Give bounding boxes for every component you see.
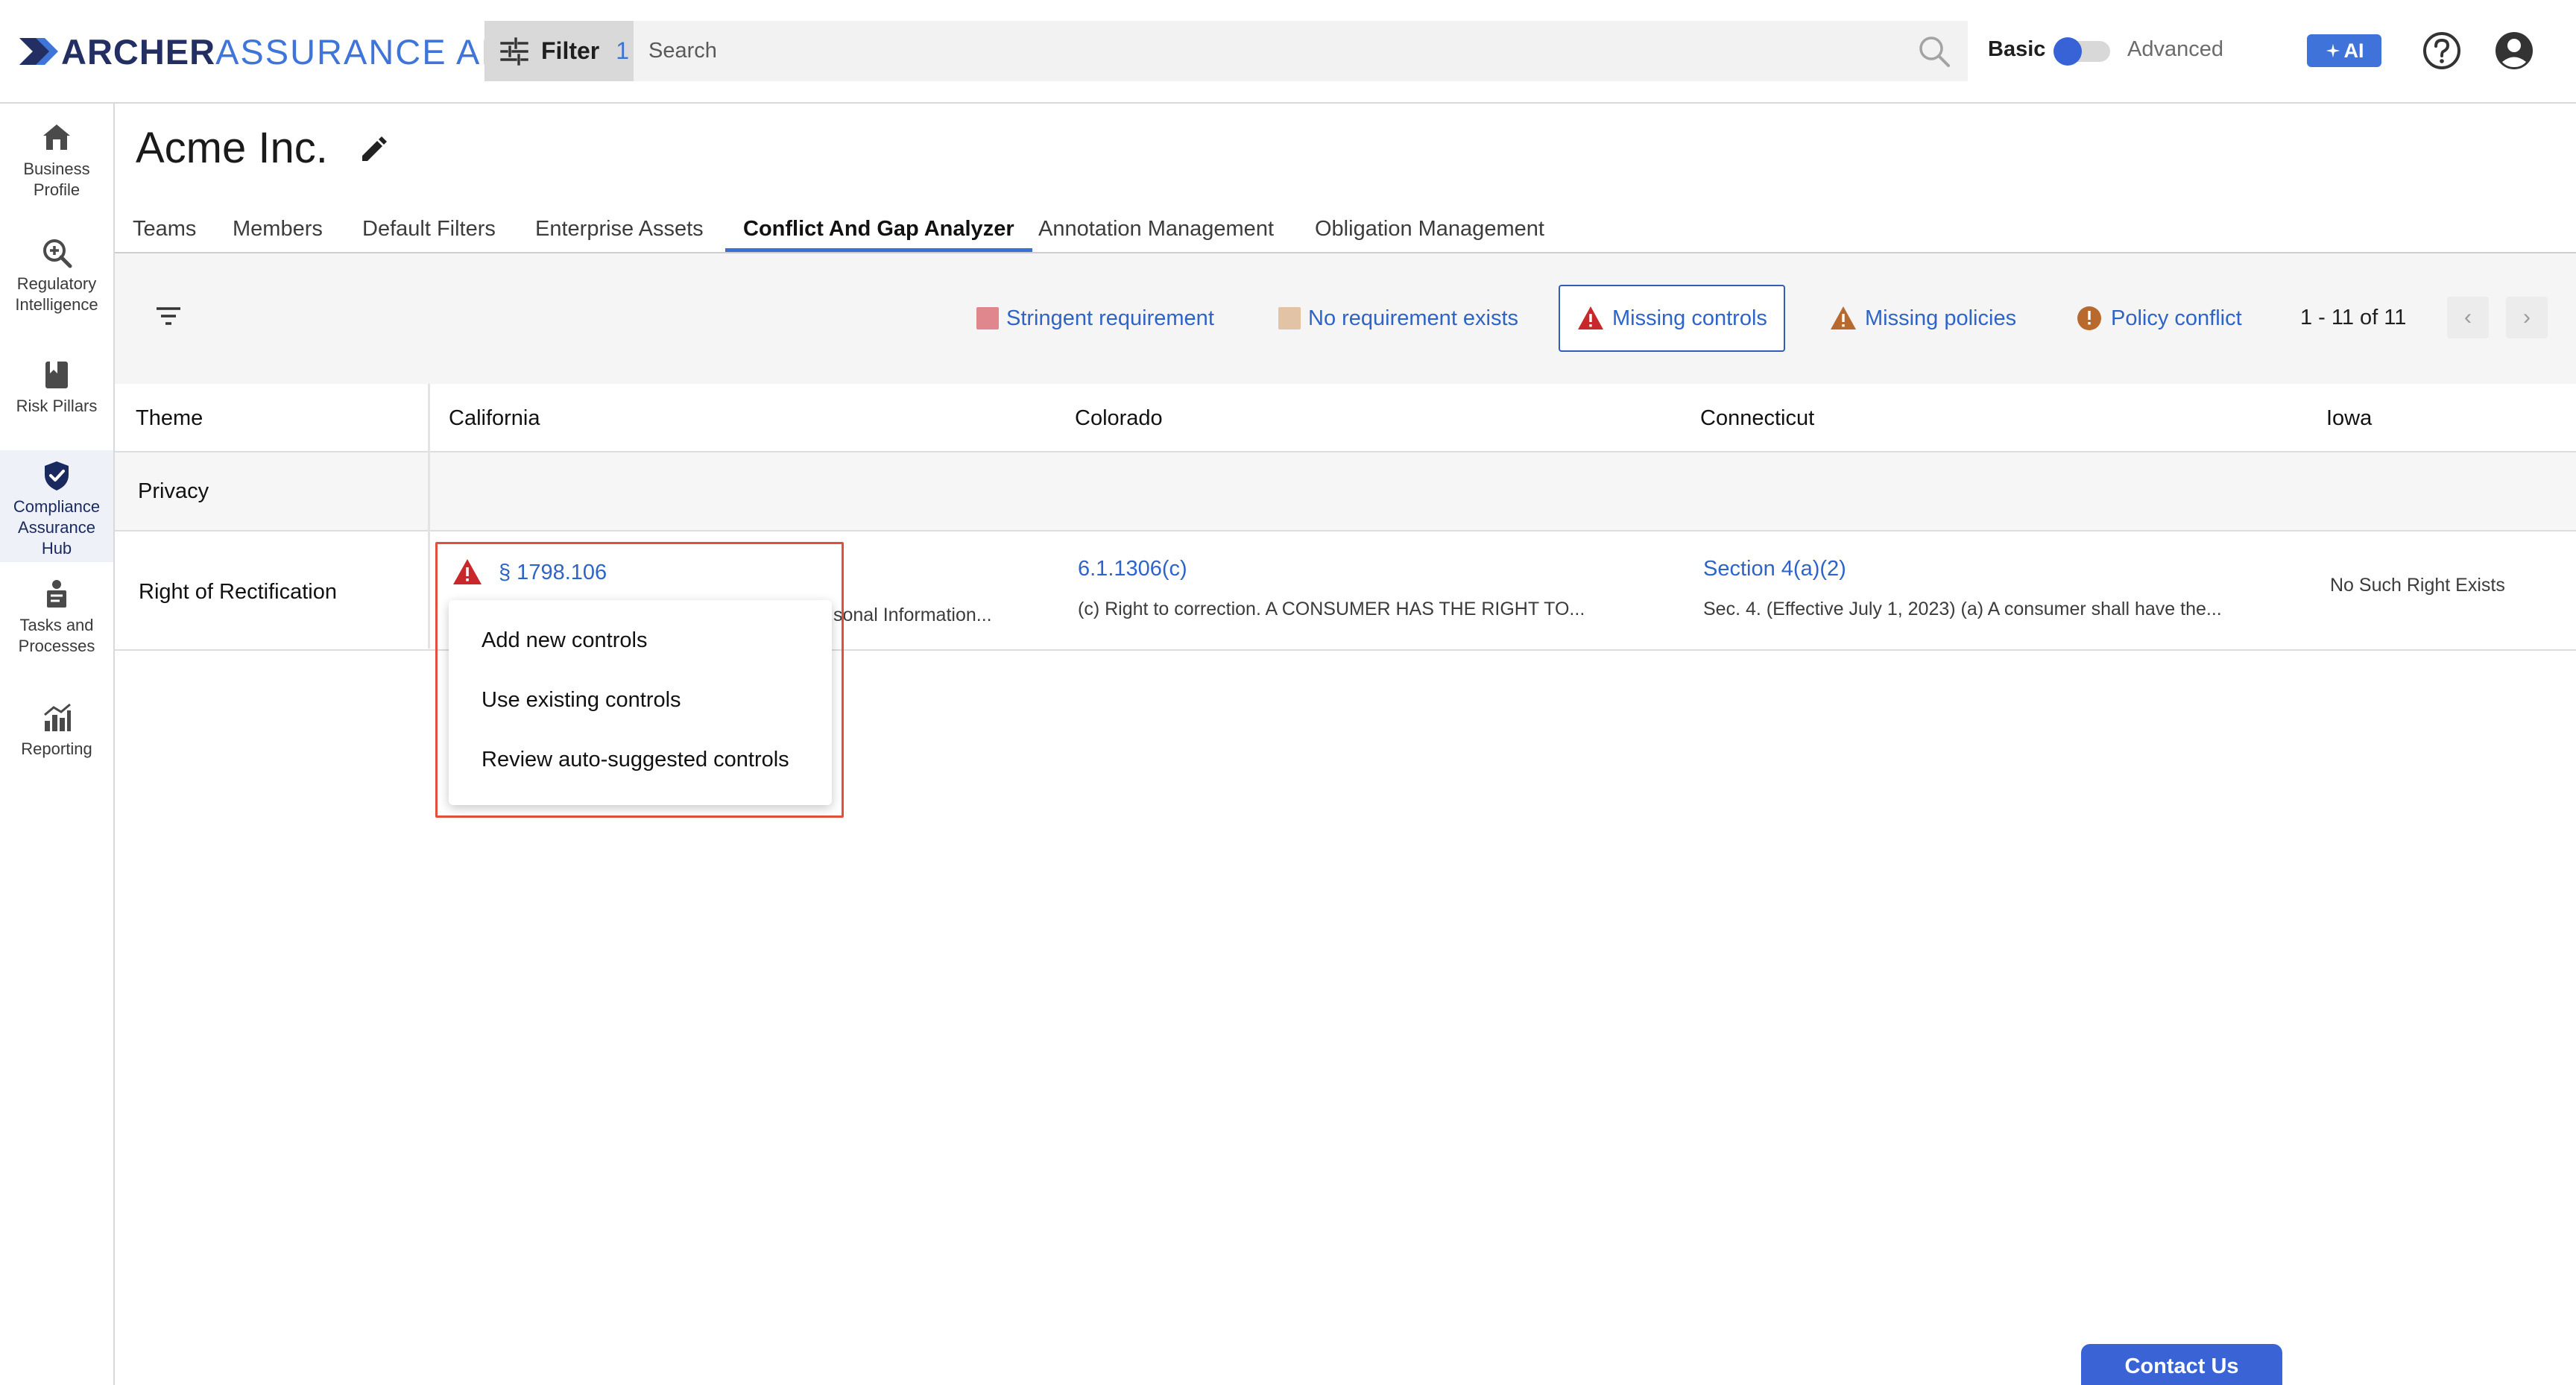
sidebar-item-label: Assurance <box>18 518 95 537</box>
legend-label: Stringent requirement <box>1006 306 1214 330</box>
grid-header: Theme California Colorado Connecticut Io… <box>115 384 2576 452</box>
tasks-icon <box>47 580 66 608</box>
next-page-button[interactable]: › <box>2506 297 2548 338</box>
sidebar-item-label: Intelligence <box>15 295 98 314</box>
warning-triangle-icon <box>1831 306 1856 329</box>
sidebar-item-reporting[interactable]: Reporting <box>0 701 113 760</box>
column-header-iowa: Iowa <box>2326 406 2373 430</box>
brand-logo[interactable]: ARCHER ASSURANCE AI <box>19 30 492 73</box>
mode-toggle[interactable] <box>2053 37 2110 66</box>
home-icon <box>43 124 70 150</box>
sidebar-item-label: Hub <box>41 539 72 558</box>
group-label: Privacy <box>138 479 209 503</box>
search-bar <box>634 21 1968 81</box>
tab-members[interactable]: Members <box>215 206 341 252</box>
swatch-stringent <box>976 307 999 329</box>
column-header-california: California <box>449 406 540 430</box>
sidebar-item-label: Compliance <box>13 497 101 516</box>
colorado-description: (c) Right to correction. A CONSUMER HAS … <box>1078 599 1585 619</box>
colorado-citation-link[interactable]: 6.1.1306(c) <box>1078 557 1187 581</box>
sidebar-item-label: Tasks and <box>19 616 94 634</box>
contact-us-button[interactable]: Contact Us <box>2081 1344 2282 1385</box>
search-zoom-icon <box>43 239 72 268</box>
search-icon[interactable] <box>1917 34 1951 69</box>
column-header-connecticut: Connecticut <box>1700 406 1815 430</box>
legend-label: Missing controls <box>1612 306 1767 330</box>
group-row-privacy: Privacy <box>115 452 2576 531</box>
sidebar-item-label: Reporting <box>21 739 92 758</box>
sidebar-item-label: Processes <box>18 637 95 655</box>
filter-label: Filter <box>541 37 600 64</box>
mode-advanced-label: Advanced <box>2127 37 2223 61</box>
sparkle-icon <box>2326 43 2340 58</box>
tab-default-filters[interactable]: Default Filters <box>344 206 514 252</box>
sort-filter-icon[interactable] <box>152 300 185 332</box>
filter-count: 1 <box>616 37 630 64</box>
sidebar-item-label: Regulatory <box>16 274 97 293</box>
edit-pencil-icon[interactable] <box>356 134 389 167</box>
warning-triangle-icon <box>1578 306 1603 329</box>
filter-sliders-icon <box>500 37 528 66</box>
missing-controls-warning-icon[interactable] <box>452 558 483 586</box>
app-root: ARCHERASSURANCE AI Filter 1 Basic <box>0 0 2576 1385</box>
prev-page-button[interactable]: ‹ <box>2447 297 2489 338</box>
sidebar-item-label: Profile <box>33 180 80 199</box>
sidebar-item-compliance-assurance-hub[interactable]: Compliance Assurance Hub <box>0 450 113 562</box>
legend-no-requirement-exists[interactable]: No requirement exists <box>1278 294 1518 342</box>
help-icon[interactable] <box>2421 30 2463 72</box>
alert-circle-icon <box>2077 306 2101 330</box>
page-title: Acme Inc. <box>136 124 328 172</box>
sidebar-item-risk-pillars[interactable]: Risk Pillars <box>0 359 113 417</box>
legend-stringent-requirement[interactable]: Stringent requirement <box>976 294 1214 342</box>
search-input[interactable] <box>634 21 1917 81</box>
sidebar-item-label: Business <box>23 160 90 178</box>
legend-missing-policies[interactable]: Missing policies <box>1829 294 2016 342</box>
legend-label: Missing policies <box>1865 306 2017 330</box>
controls-action-menu: Add new controls Use existing controls R… <box>449 600 832 805</box>
top-bar: ARCHERASSURANCE AI Filter 1 Basic <box>0 0 2576 104</box>
account-icon[interactable] <box>2493 30 2535 72</box>
tab-annotation-management[interactable]: Annotation Management <box>1020 206 1292 252</box>
legend-label: No requirement exists <box>1308 306 1519 330</box>
shield-check-icon <box>45 461 69 490</box>
legend-missing-controls[interactable]: Missing controls <box>1559 285 1785 352</box>
pagination-label: 1 - 11 of 11 <box>2300 306 2407 329</box>
sidebar-item-regulatory-intelligence[interactable]: Regulatory Intelligence <box>0 236 113 315</box>
legend-policy-conflict[interactable]: Policy conflict <box>2075 294 2242 342</box>
tab-enterprise-assets[interactable]: Enterprise Assets <box>517 206 722 252</box>
sidebar-item-tasks-and-processes[interactable]: Tasks and Processes <box>0 578 113 657</box>
menu-item-add-new-controls[interactable]: Add new controls <box>482 628 647 653</box>
menu-item-review-auto-suggested-controls[interactable]: Review auto-suggested controls <box>482 748 789 772</box>
iowa-status-text: No Such Right Exists <box>2330 575 2505 596</box>
mode-basic-label: Basic <box>1988 37 2046 61</box>
brand-name-primary: ARCHER <box>61 31 216 72</box>
legend-bar: Stringent requirement No requirement exi… <box>115 253 2576 384</box>
column-header-colorado: Colorado <box>1075 406 1163 430</box>
connecticut-description: Sec. 4. (Effective July 1, 2023) (a) A c… <box>1703 599 2222 619</box>
column-divider <box>428 384 430 649</box>
swatch-no-requirement <box>1278 307 1301 329</box>
tab-bar: Teams Members Default Filters Enterprise… <box>115 195 2576 253</box>
logo-chevron-icon <box>19 38 58 65</box>
legend-label: Policy conflict <box>2111 306 2242 330</box>
brand-name-secondary: ASSURANCE AI <box>215 31 493 72</box>
toggle-knob <box>2053 37 2082 66</box>
chart-icon <box>44 703 71 731</box>
sidebar-item-business-profile[interactable]: Business Profile <box>0 122 113 201</box>
sidebar-item-label: Risk Pillars <box>16 397 98 415</box>
tab-conflict-and-gap-analyzer[interactable]: Conflict And Gap Analyzer <box>725 206 1032 252</box>
book-icon <box>45 362 68 388</box>
california-description: sonal Information... <box>833 605 992 625</box>
ai-label: AI <box>2343 39 2364 62</box>
tab-teams[interactable]: Teams <box>115 206 214 252</box>
row-theme-label: Right of Rectification <box>139 580 337 604</box>
ai-button[interactable]: AI <box>2307 34 2381 67</box>
tab-obligation-management[interactable]: Obligation Management <box>1297 206 1562 252</box>
menu-item-use-existing-controls[interactable]: Use existing controls <box>482 688 681 713</box>
filter-button[interactable]: Filter 1 <box>484 21 634 81</box>
connecticut-citation-link[interactable]: Section 4(a)(2) <box>1703 557 1846 581</box>
column-header-theme: Theme <box>136 406 203 430</box>
sidebar: Business Profile Regulatory Intelligence… <box>0 104 115 1385</box>
